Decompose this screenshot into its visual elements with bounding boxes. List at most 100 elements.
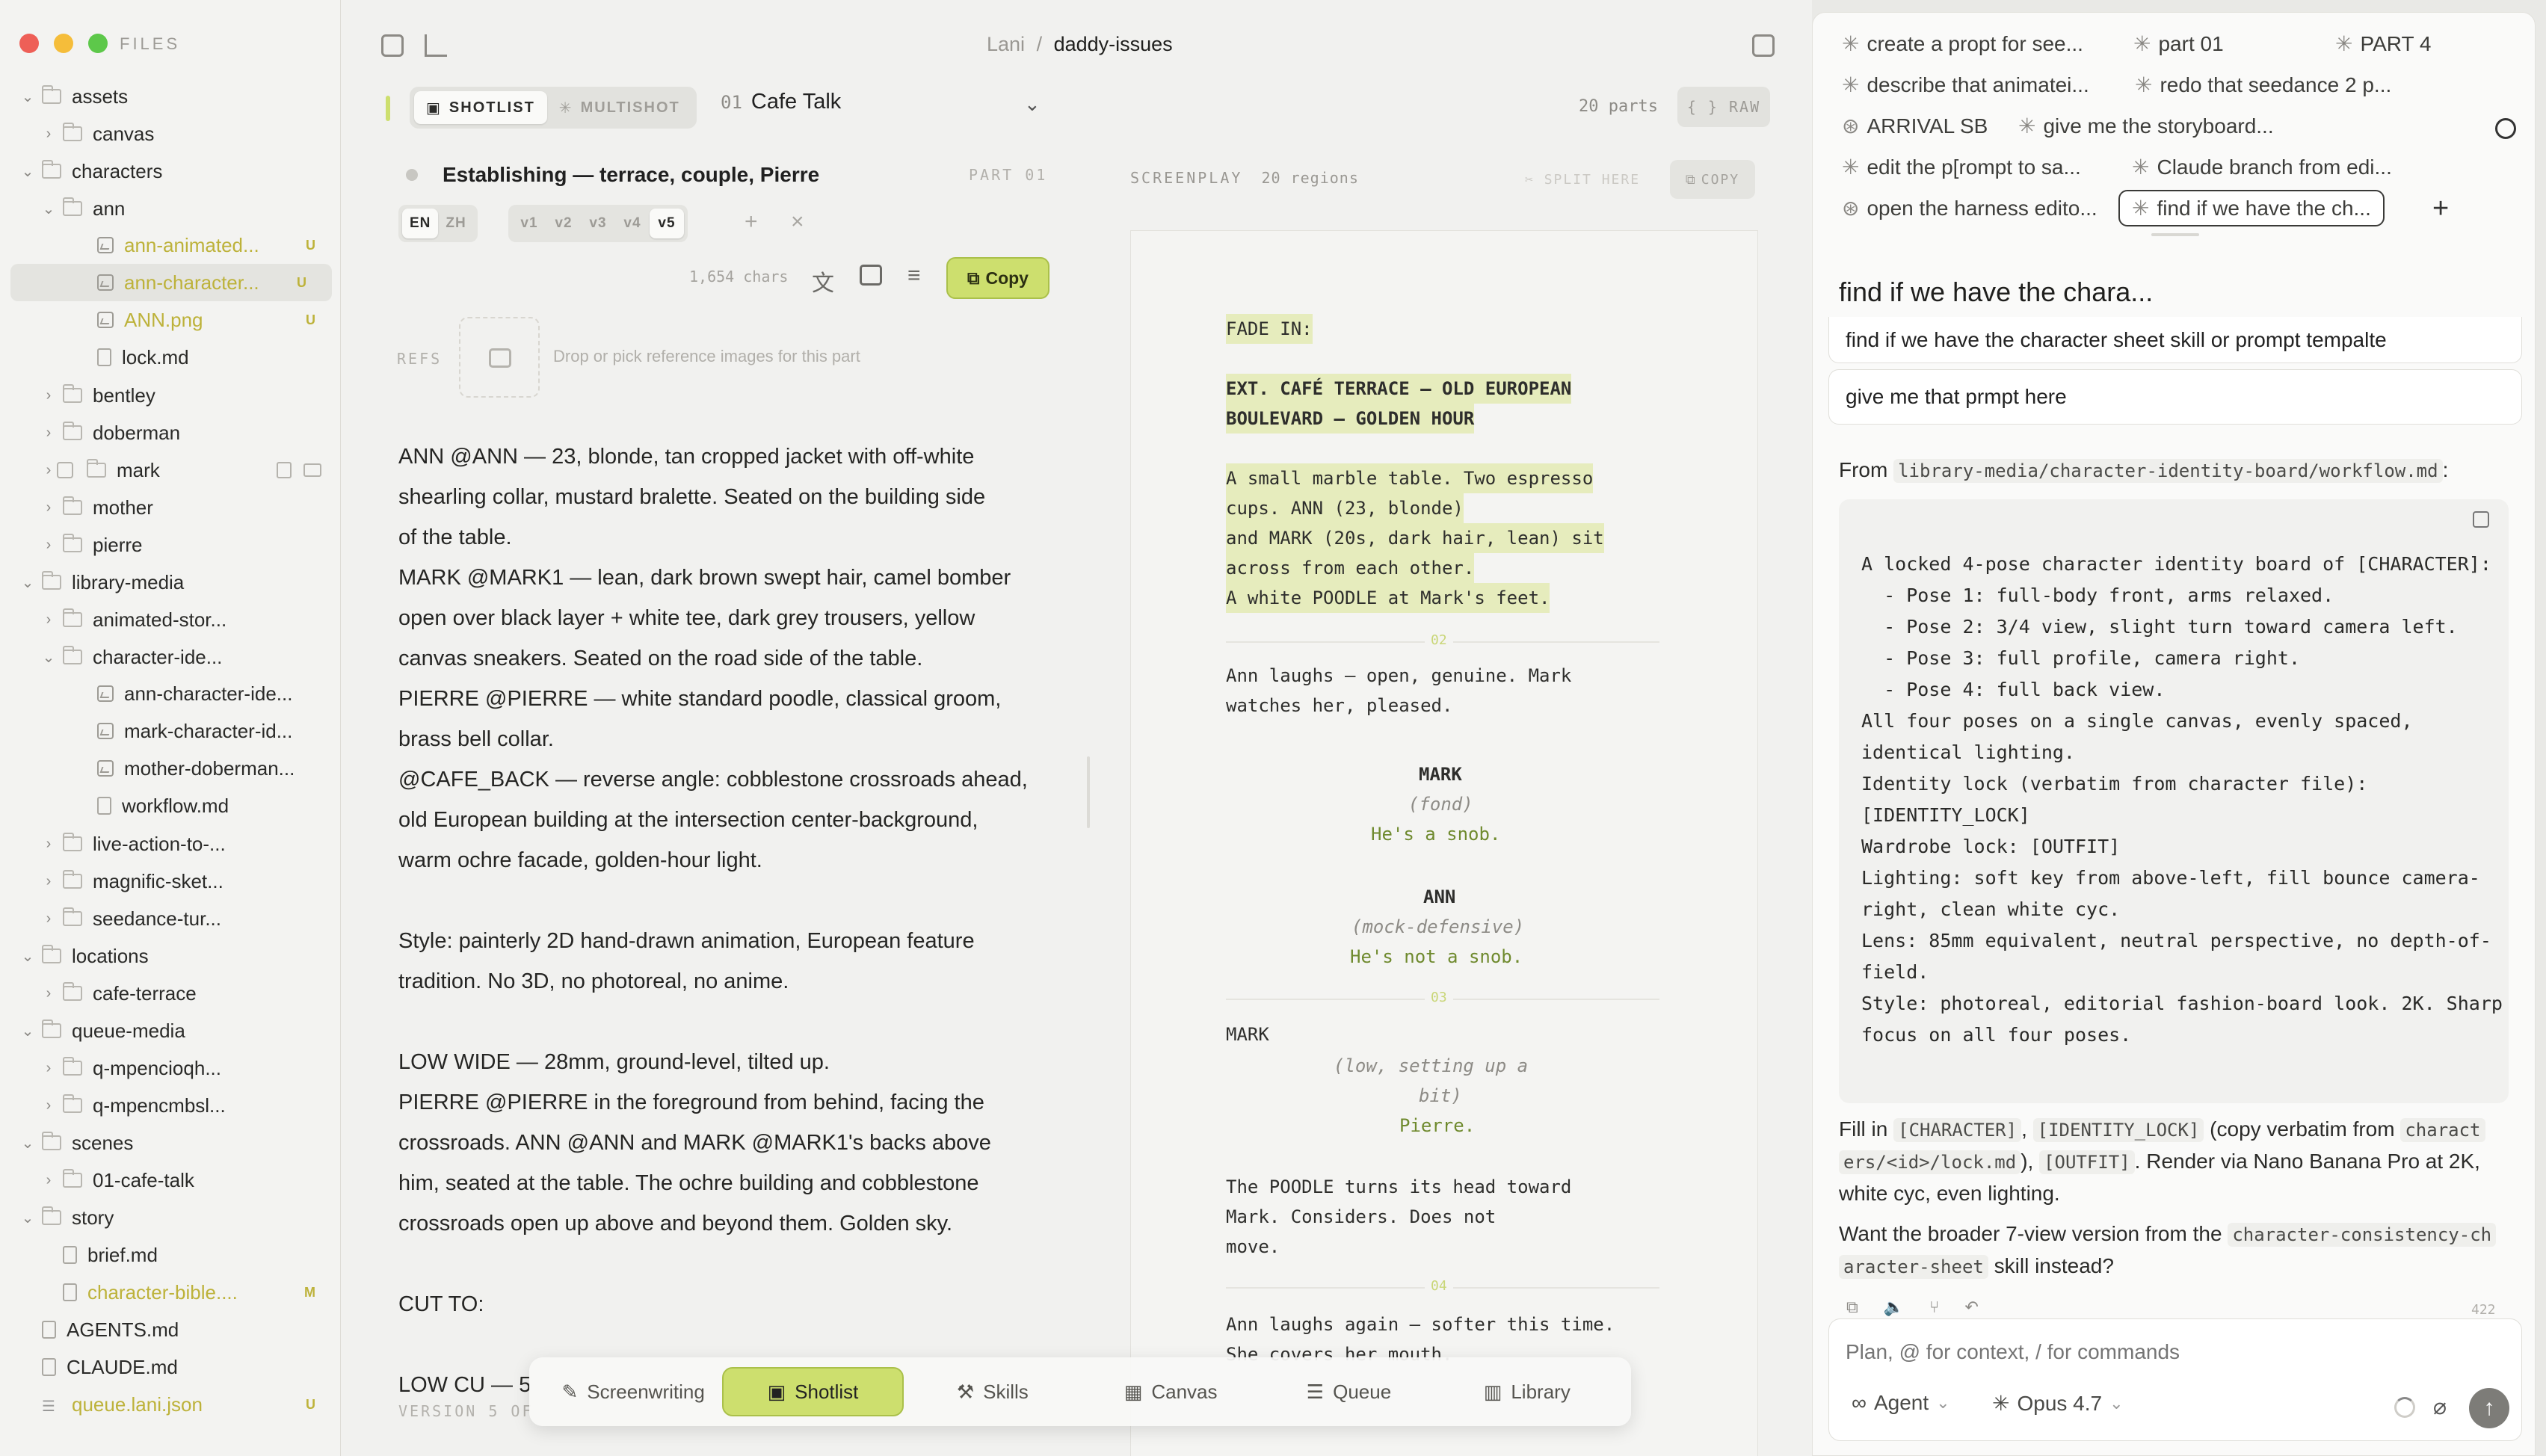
chevron-right-icon[interactable]: › xyxy=(40,499,57,516)
dock-skills-button[interactable]: ⚒ Skills xyxy=(904,1367,1082,1416)
chevron-right-icon[interactable]: › xyxy=(40,126,57,143)
tab-multishot[interactable]: ✳ MULTISHOT xyxy=(547,91,692,124)
maximize-window-button[interactable] xyxy=(88,34,108,53)
tree-item[interactable]: › q-mpencioqh... xyxy=(0,1049,341,1087)
chat-input[interactable] xyxy=(1846,1334,2488,1370)
thread-tab[interactable]: ✳ PART 4 xyxy=(2335,31,2431,56)
tree-item[interactable]: › mark xyxy=(0,451,341,489)
model-selector[interactable]: ✳ Opus 4.7 ⌄ xyxy=(1992,1391,2124,1416)
thread-tab[interactable]: ✳ give me the storyboard... xyxy=(2018,114,2274,138)
tree-item[interactable]: ⌄ locations xyxy=(0,937,341,975)
tree-item[interactable]: › seedance-tur... xyxy=(0,900,341,937)
thread-tab[interactable]: ⊛ ARRIVAL SB xyxy=(1842,114,1988,138)
send-button[interactable]: ↑ xyxy=(2469,1388,2509,1428)
chevron-right-icon[interactable]: › xyxy=(40,462,57,479)
tree-view-icon[interactable] xyxy=(425,34,447,57)
checkbox[interactable] xyxy=(57,462,73,478)
dock-screenwriting-button[interactable]: ✎ Screenwriting xyxy=(544,1367,722,1416)
tree-item[interactable]: ⌄ scenes xyxy=(0,1124,341,1162)
split-here-button[interactable]: ✂ SPLIT HERE xyxy=(1525,172,1640,188)
chevron-down-icon[interactable]: ⌄ xyxy=(40,648,57,667)
dock-shotlist-button[interactable]: ▣ Shotlist xyxy=(722,1367,904,1416)
new-thread-button[interactable]: + xyxy=(2432,193,2449,225)
add-version-icon[interactable]: + xyxy=(745,209,758,235)
translate-icon[interactable]: 文 xyxy=(812,265,834,297)
dock-canvas-button[interactable]: ▦ Canvas xyxy=(1082,1367,1260,1416)
minimize-window-button[interactable] xyxy=(54,34,73,53)
breadcrumb-root[interactable]: Lani xyxy=(987,33,1025,55)
tree-item[interactable]: mark-character-id... xyxy=(0,712,341,750)
copy-screenplay-button[interactable]: ⧉ COPY xyxy=(1670,160,1755,199)
copy-prompt-button[interactable]: ⧉ Copy xyxy=(946,257,1049,299)
tree-item[interactable]: ⌄ library-media xyxy=(0,564,341,601)
tree-item[interactable]: brief.md xyxy=(0,1236,341,1274)
new-folder-icon[interactable] xyxy=(303,463,321,477)
tree-item[interactable]: ⌄ character-ide... xyxy=(0,638,341,676)
tree-item[interactable]: ⌄ queue-media xyxy=(0,1012,341,1049)
chevron-down-icon[interactable]: ⌄ xyxy=(19,947,36,966)
chevron-down-icon[interactable]: ⌄ xyxy=(19,573,36,592)
toggle-sidebar-icon[interactable] xyxy=(381,34,404,57)
part-selector[interactable]: 01 Cafe Talk xyxy=(721,90,841,114)
thread-tab[interactable]: ✳ part 01 xyxy=(2133,31,2224,56)
tree-item[interactable]: › cafe-terrace xyxy=(0,975,341,1012)
chevron-down-icon[interactable]: ⌄ xyxy=(19,1209,36,1227)
chevron-down-icon[interactable]: ⌄ xyxy=(19,87,36,106)
tree-item[interactable]: ann-character-ide... xyxy=(0,675,341,712)
tree-item[interactable]: › live-action-to-... xyxy=(0,825,341,863)
version-v5[interactable]: v5 xyxy=(650,209,684,238)
tree-item[interactable]: › doberman xyxy=(0,414,341,451)
chevron-right-icon[interactable]: › xyxy=(40,387,57,404)
wrap-text-icon[interactable]: ≡ xyxy=(907,263,921,289)
close-icon[interactable]: × xyxy=(791,209,804,235)
raw-button[interactable]: { } RAW xyxy=(1677,87,1770,127)
version-v4[interactable]: v4 xyxy=(615,209,650,238)
thread-tab[interactable]: ✳ create a propt for see... xyxy=(1842,31,2083,56)
tab-shotlist[interactable]: ▣ SHOTLIST xyxy=(414,91,547,124)
speaker-icon[interactable]: 🔈 xyxy=(1884,1298,1904,1317)
tree-item[interactable]: mother-doberman... xyxy=(0,750,341,787)
ref-dropzone[interactable] xyxy=(459,317,540,398)
chevron-right-icon[interactable]: › xyxy=(40,425,57,442)
tree-item[interactable]: › pierre xyxy=(0,526,341,564)
mode-selector[interactable]: ∞ Agent ⌄ xyxy=(1852,1391,1950,1415)
version-v2[interactable]: v2 xyxy=(546,209,581,238)
new-file-icon[interactable] xyxy=(277,462,292,478)
tree-item[interactable]: › mother xyxy=(0,489,341,526)
chevron-right-icon[interactable]: › xyxy=(40,537,57,554)
thread-tab[interactable]: ✳ redo that seedance 2 p... xyxy=(2135,73,2391,97)
chevron-down-icon[interactable]: ⌄ xyxy=(40,200,57,218)
tree-item[interactable]: AGENTS.md xyxy=(0,1311,341,1348)
close-window-button[interactable] xyxy=(19,34,39,53)
comment-icon[interactable] xyxy=(860,265,882,286)
chevron-right-icon[interactable]: › xyxy=(40,611,57,629)
history-icon[interactable] xyxy=(2495,118,2516,139)
tree-item[interactable]: lock.md xyxy=(0,339,341,376)
copy-icon[interactable]: ⧉ xyxy=(1846,1298,1858,1317)
tree-item[interactable]: ☰ queue.lani.json U xyxy=(0,1386,341,1423)
version-v3[interactable]: v3 xyxy=(581,209,615,238)
lang-zh[interactable]: ZH xyxy=(438,209,473,238)
attach-icon[interactable]: ⌀ xyxy=(2433,1394,2447,1420)
dock-queue-button[interactable]: ☰ Queue xyxy=(1260,1367,1437,1416)
version-v1[interactable]: v1 xyxy=(512,209,546,238)
tree-item[interactable]: ⌄ story xyxy=(0,1199,341,1236)
branch-icon[interactable]: ⑂ xyxy=(1929,1298,1939,1317)
tree-item[interactable]: CLAUDE.md xyxy=(0,1348,341,1386)
tree-item[interactable]: › animated-stor... xyxy=(0,601,341,638)
tree-item[interactable]: workflow.md xyxy=(0,787,341,824)
lang-en[interactable]: EN xyxy=(402,209,439,238)
chevron-right-icon[interactable]: › xyxy=(40,873,57,890)
thread-tab[interactable]: ✳ find if we have the ch... xyxy=(2118,190,2385,226)
chevron-right-icon[interactable]: › xyxy=(40,985,57,1002)
thread-tab[interactable]: ✳ Claude branch from edi... xyxy=(2132,155,2392,179)
dock-library-button[interactable]: ▥ Library xyxy=(1438,1367,1616,1416)
chevron-right-icon[interactable]: › xyxy=(40,910,57,928)
tree-item[interactable]: ann-animated... U xyxy=(0,226,341,264)
scrollbar[interactable] xyxy=(1087,756,1090,828)
chevron-right-icon[interactable]: › xyxy=(40,1172,57,1189)
chevron-right-icon[interactable]: › xyxy=(40,1060,57,1077)
tree-item[interactable]: › canvas xyxy=(0,115,341,152)
tree-item[interactable]: character-bible.... M xyxy=(0,1274,341,1311)
thread-tab[interactable]: ⊛ open the harness edito... xyxy=(1842,196,2097,220)
